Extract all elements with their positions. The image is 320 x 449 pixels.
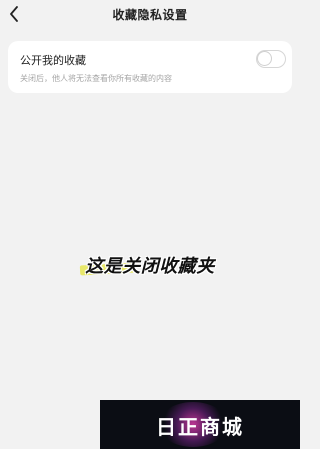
caption-text: 这是关闭收藏夹 — [85, 256, 215, 277]
setting-title: 公开我的收藏 — [20, 54, 86, 67]
page-title: 收藏隐私设置 — [112, 8, 188, 22]
top-bar: 收藏隐私设置 — [0, 0, 300, 30]
public-favorites-toggle[interactable] — [256, 50, 286, 68]
setting-description: 关闭后，他人将无法查看你所有收藏的内容 — [20, 74, 172, 83]
watermark-text: 日正商城 — [156, 415, 244, 439]
watermark-logo: 日正商城 — [100, 400, 300, 449]
toggle-knob — [258, 52, 271, 65]
video-caption: 这是关闭收藏夹 — [70, 244, 230, 284]
public-favorites-setting-card: 公开我的收藏 关闭后，他人将无法查看你所有收藏的内容 — [8, 41, 292, 93]
